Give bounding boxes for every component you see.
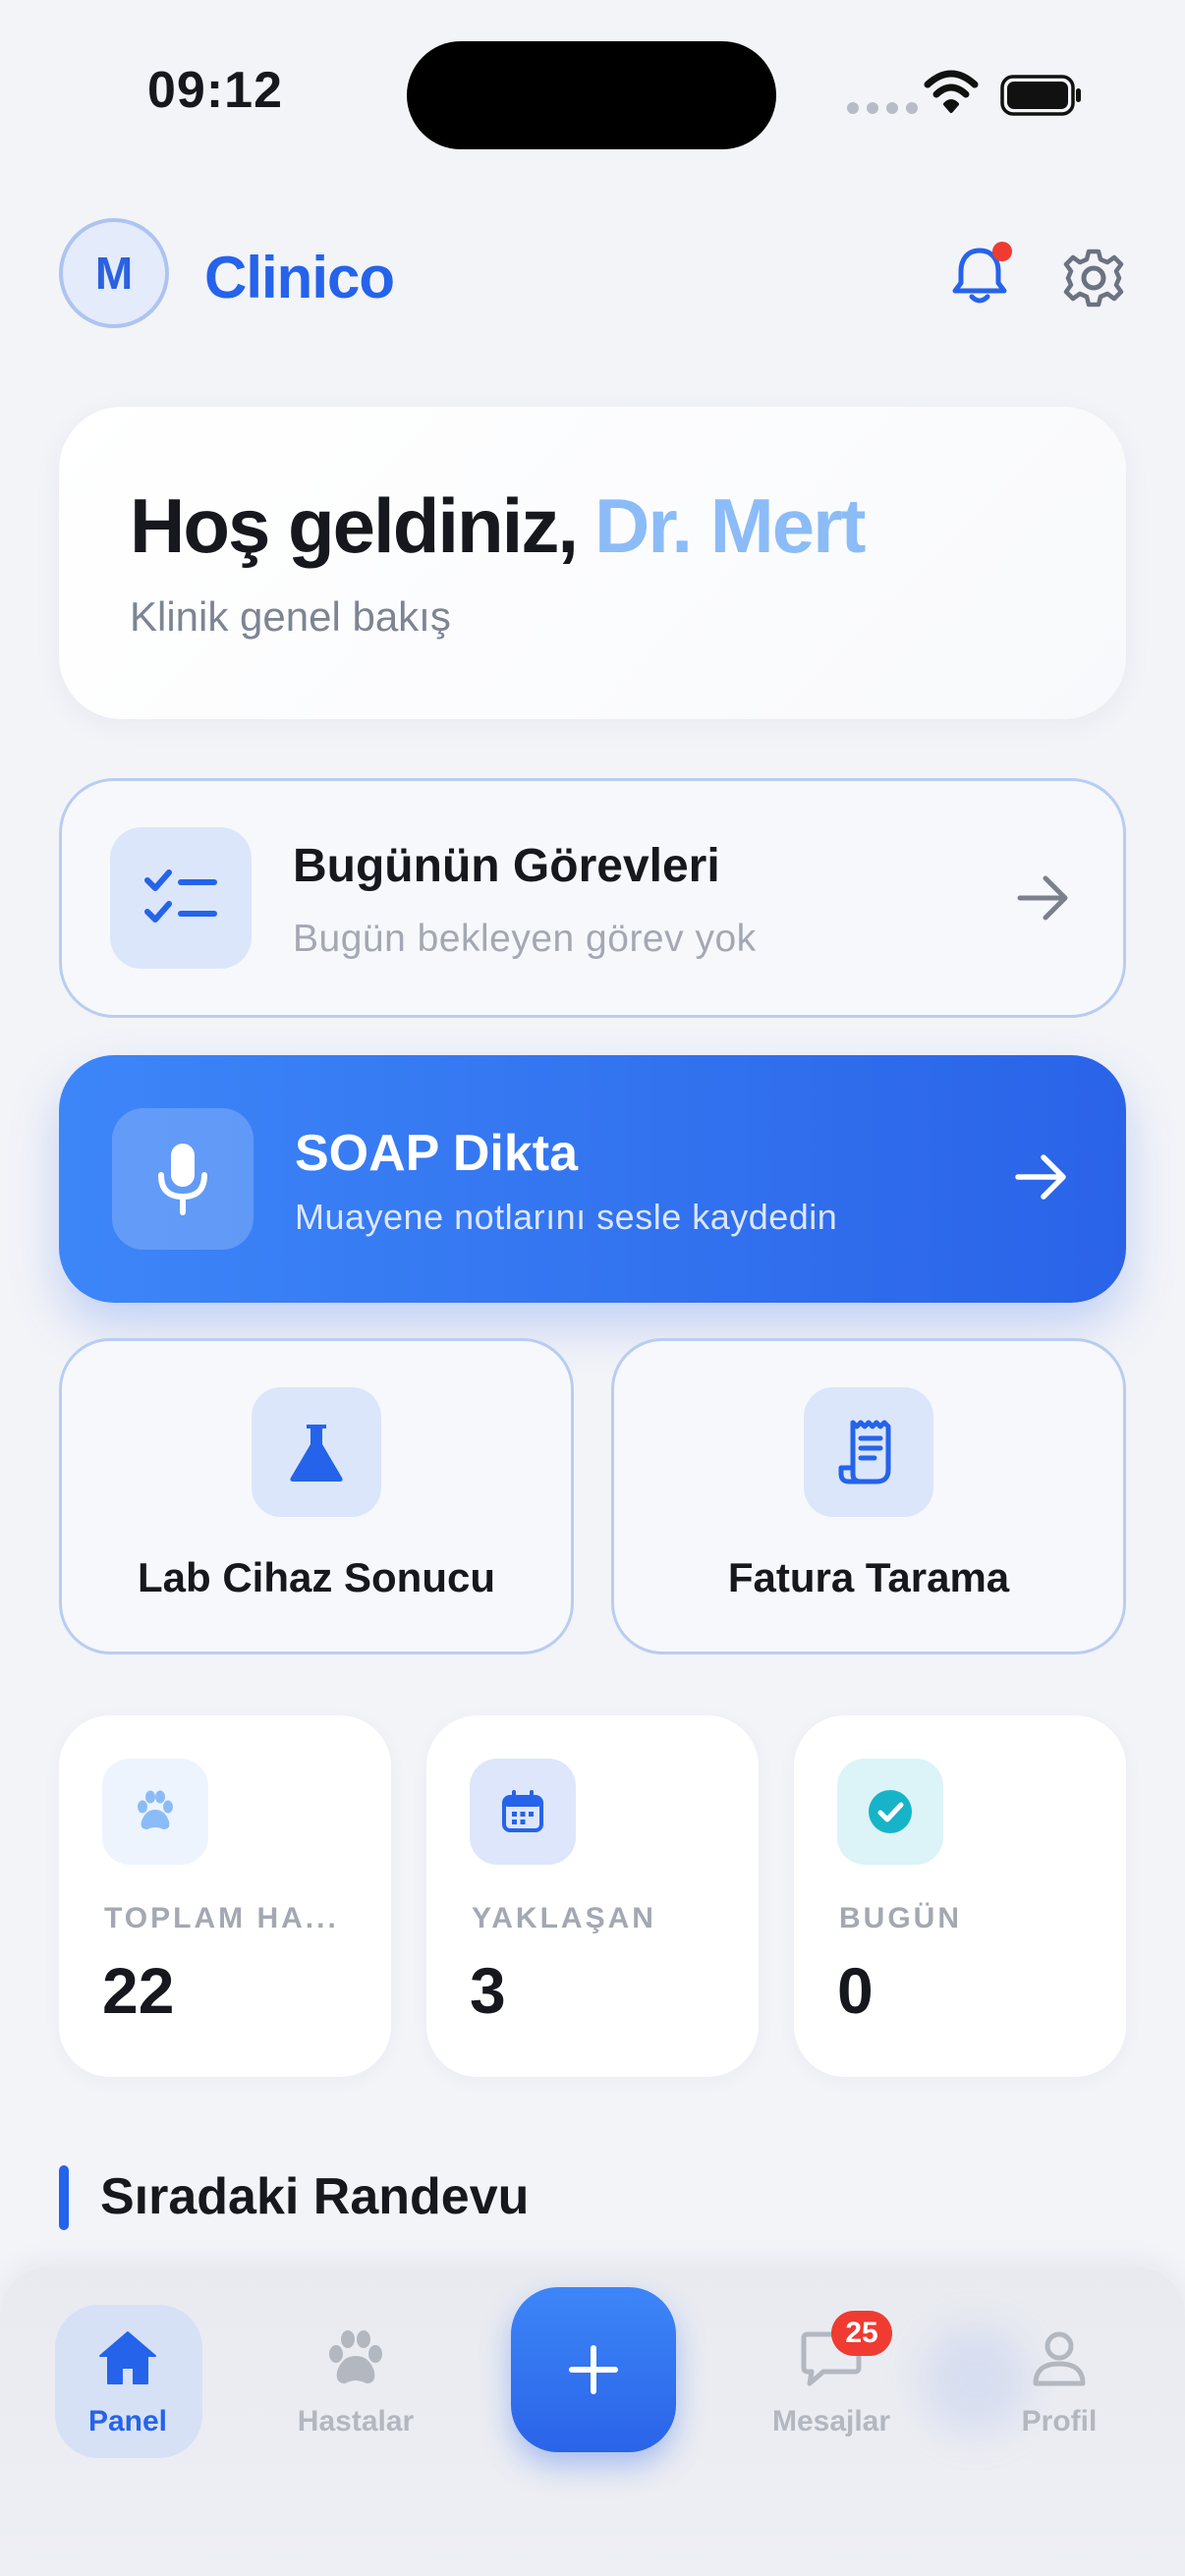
home-icon[interactable] — [96, 2328, 159, 2387]
stat-label-today: BUGÜN — [839, 1902, 962, 1934]
wifi-icon — [924, 70, 979, 113]
tasks-title: Bugünün Görevleri — [293, 840, 720, 892]
receipt-icon — [838, 1420, 891, 1484]
stat-value-today: 0 — [837, 1954, 874, 2027]
microphone-icon — [158, 1144, 207, 1215]
stat-label-total-patients: TOPLAM HA... — [104, 1902, 339, 1934]
tab-profile[interactable]: Profil — [961, 2405, 1157, 2438]
dynamic-island — [407, 41, 776, 149]
section-accent-bar — [59, 2165, 69, 2230]
flask-icon — [290, 1425, 343, 1482]
check-circle-icon — [869, 1790, 912, 1833]
messages-badge: 25 — [831, 2311, 892, 2356]
arrow-right-icon — [1015, 1154, 1066, 1200]
plus-icon — [569, 2345, 618, 2394]
paw-icon — [138, 1790, 173, 1829]
invoice-scan-label: Fatura Tarama — [727, 1554, 1010, 1600]
gear-icon[interactable] — [1059, 244, 1128, 312]
stat-value-total-patients: 22 — [102, 1954, 175, 2027]
soap-title: SOAP Dikta — [295, 1125, 579, 1182]
welcome-title: Hoş geldiniz, Dr. Mert — [130, 481, 866, 571]
notification-dot — [992, 242, 1012, 261]
doctor-name: Dr. Mert — [594, 482, 866, 569]
stat-label-upcoming: YAKLAŞAN — [472, 1902, 656, 1934]
lab-device-result-label: Lab Cihaz Sonucu — [137, 1554, 495, 1600]
checklist-icon — [144, 869, 217, 923]
tab-panel[interactable]: Panel — [29, 2405, 226, 2438]
stat-value-upcoming: 3 — [470, 1954, 506, 2027]
section-title: Sıradaki Randevu — [100, 2168, 530, 2225]
tab-messages[interactable]: Mesajlar — [733, 2405, 930, 2438]
app-brand: Clinico — [204, 245, 395, 310]
avatar[interactable]: M — [59, 218, 169, 328]
battery-icon — [1000, 75, 1081, 116]
tab-patients[interactable]: Hastalar — [257, 2405, 454, 2438]
soap-subtitle: Muayene notlarını sesle kaydedin — [295, 1197, 838, 1237]
arrow-right-icon — [1017, 875, 1068, 921]
status-time: 09:12 — [147, 62, 283, 119]
paw-icon[interactable] — [324, 2328, 387, 2387]
cellular-signal-icon — [847, 102, 918, 114]
tasks-subtitle: Bugün bekleyen görev yok — [293, 918, 757, 960]
welcome-greeting: Hoş geldiniz, — [130, 482, 579, 569]
user-icon[interactable] — [1028, 2328, 1091, 2387]
welcome-subtitle: Klinik genel bakış — [130, 593, 451, 640]
calendar-icon — [502, 1790, 543, 1832]
